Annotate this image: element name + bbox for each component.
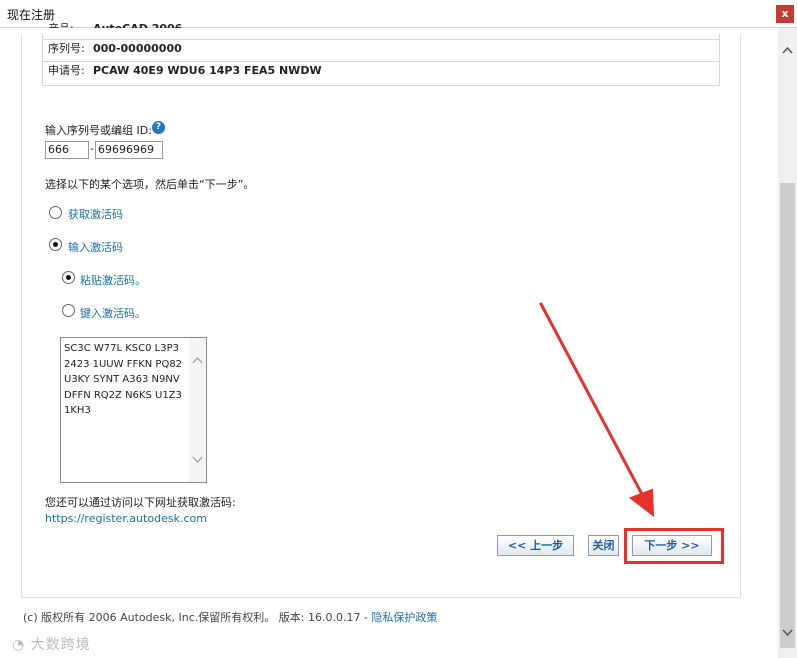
product-info-table: 产品: AutoCAD 2006 序列号: 000-00000000 申请号: … [42, 22, 720, 86]
get-activation-code-label[interactable]: 获取激活码 [68, 206, 123, 222]
code-line: SC3C W77L KSC0 L3P3 [64, 343, 179, 354]
radio-type-activation-code[interactable] [62, 304, 75, 317]
close-button[interactable]: 关闭 [588, 535, 619, 556]
radio-get-activation-code[interactable] [49, 206, 62, 219]
serial-prefix-input[interactable]: 666 [45, 141, 89, 159]
scroll-thumb[interactable] [780, 183, 795, 648]
help-icon[interactable]: ? [152, 121, 165, 134]
activation-code-textarea[interactable]: SC3C W77L KSC0 L3P3 2423 1UUW FFKN PQ82 … [60, 337, 207, 483]
watermark: ◔ 大数跨境 [12, 634, 91, 654]
code-line: 1KH3 [64, 405, 91, 416]
chevron-up-icon[interactable] [192, 356, 203, 364]
code-line: DFFN RQ2Z N6KS U1Z3 [64, 389, 182, 401]
watermark-logo-icon: ◔ [12, 637, 26, 653]
table-row: 序列号: 000-00000000 [43, 39, 719, 58]
request-code-value: PCAW 40E9 WDU6 14P3 FEA5 NWDW [93, 64, 322, 77]
close-window-button[interactable]: x [776, 5, 794, 23]
radio-enter-activation-code[interactable] [49, 238, 62, 251]
next-button-highlight [624, 528, 724, 564]
radio-paste-activation-code[interactable] [62, 271, 75, 284]
table-row: 申请号: PCAW 40E9 WDU6 14P3 FEA5 NWDW [43, 61, 719, 80]
code-line: U3KY SYNT A363 N9NV [64, 374, 180, 385]
register-url-link[interactable]: https://register.autodesk.com [45, 512, 207, 525]
enter-activation-code-label[interactable]: 输入激活码 [68, 239, 123, 255]
scroll-up-icon[interactable] [782, 46, 793, 54]
instruction-text: 选择以下的某个选项，然后单击“下一步”。 [45, 178, 255, 191]
serial-input-label: 输入序列号或编组 ID: [45, 124, 152, 137]
scroll-clip [0, 28, 778, 34]
back-button[interactable]: << 上一步 [497, 535, 574, 556]
privacy-policy-link[interactable]: 隐私保护政策 [371, 611, 437, 624]
activation-code-text: SC3C W77L KSC0 L3P3 2423 1UUW FFKN PQ82 … [64, 341, 189, 419]
watermark-text: 大数跨境 [30, 637, 91, 653]
request-code-label: 申请号: [48, 64, 85, 77]
paste-activation-code-label[interactable]: 粘贴激活码。 [80, 272, 146, 288]
textarea-scrollbar[interactable] [189, 338, 206, 482]
type-activation-code-label[interactable]: 键入激活码。 [80, 305, 146, 321]
window-scrollbar[interactable] [778, 28, 797, 658]
scroll-down-icon[interactable] [782, 629, 793, 637]
copyright-text: (c) 版权所有 2006 Autodesk, Inc.保留所有权利。 版本: … [23, 611, 372, 624]
code-line: 2423 1UUW FFKN PQ82 [64, 358, 183, 370]
footer: (c) 版权所有 2006 Autodesk, Inc.保留所有权利。 版本: … [23, 609, 437, 625]
chevron-down-icon[interactable] [192, 456, 203, 464]
serial-number-input[interactable]: 69696969 [95, 141, 163, 159]
serial-number-label: 序列号: [48, 42, 85, 55]
serial-number-value: 000-00000000 [93, 42, 182, 55]
alt-url-label: 您还可以通过访问以下网址获取激活码: [45, 496, 236, 509]
serial-separator: - [90, 142, 94, 155]
